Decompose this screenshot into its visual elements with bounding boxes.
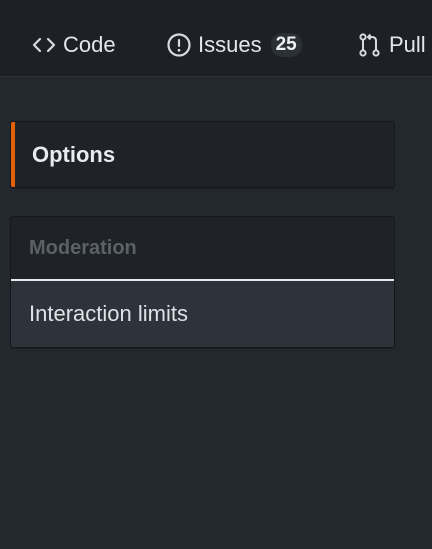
tab-code-label: Code — [63, 32, 116, 57]
tab-code[interactable]: Code — [31, 26, 116, 64]
tab-pull-requests-label: Pull — [389, 32, 426, 57]
tab-pull-requests[interactable]: Pull — [357, 26, 426, 64]
repo-nav: Code Issues 25 Pull — [0, 0, 432, 77]
moderation-heading: Moderation — [11, 217, 394, 281]
git-pull-request-icon — [357, 32, 383, 58]
sidebar-item-interaction-limits[interactable]: Interaction limits — [11, 281, 394, 347]
issue-opened-icon — [166, 32, 192, 58]
code-icon — [31, 32, 57, 58]
issues-count-badge: 25 — [270, 33, 302, 57]
tab-issues[interactable]: Issues 25 — [166, 26, 302, 64]
tab-issues-label: Issues — [198, 32, 262, 57]
sidebar-item-options[interactable]: Options — [11, 122, 394, 187]
moderation-menu: Moderation Interaction limits — [10, 216, 395, 348]
options-menu: Options — [10, 121, 395, 188]
